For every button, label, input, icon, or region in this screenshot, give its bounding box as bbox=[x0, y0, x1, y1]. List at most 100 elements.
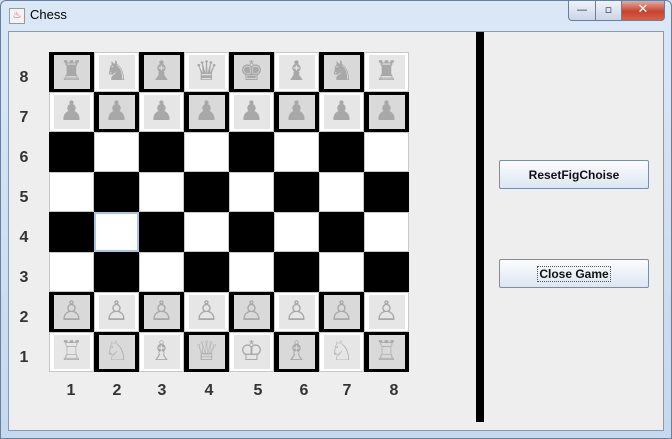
pawn-icon[interactable]: ♙ bbox=[233, 295, 270, 329]
board-square[interactable] bbox=[184, 212, 229, 252]
pawn-icon[interactable]: ♙ bbox=[98, 295, 135, 329]
pawn-icon[interactable]: ♟ bbox=[53, 95, 90, 129]
board-square[interactable] bbox=[229, 132, 274, 172]
board-square[interactable] bbox=[364, 132, 409, 172]
knight-icon[interactable]: ♘ bbox=[323, 335, 360, 369]
board-square[interactable] bbox=[94, 212, 139, 252]
board-square[interactable] bbox=[319, 212, 364, 252]
pawn-icon[interactable]: ♙ bbox=[323, 295, 360, 329]
board-square[interactable] bbox=[274, 132, 319, 172]
board-square[interactable]: ♖ bbox=[364, 332, 409, 372]
board-square[interactable] bbox=[49, 132, 94, 172]
board-square[interactable]: ♙ bbox=[49, 292, 94, 332]
board-square[interactable] bbox=[364, 252, 409, 292]
bishop-icon[interactable]: ♝ bbox=[143, 55, 180, 89]
board-square[interactable]: ♘ bbox=[319, 332, 364, 372]
board-square[interactable] bbox=[274, 212, 319, 252]
board-square[interactable]: ♝ bbox=[139, 52, 184, 92]
board-square[interactable]: ♝ bbox=[274, 52, 319, 92]
rook-icon[interactable]: ♜ bbox=[53, 55, 90, 89]
queen-icon[interactable]: ♕ bbox=[188, 335, 225, 369]
board-square[interactable] bbox=[94, 132, 139, 172]
board-square[interactable]: ♟ bbox=[364, 92, 409, 132]
board-square[interactable]: ♛ bbox=[184, 52, 229, 92]
pawn-icon[interactable]: ♙ bbox=[368, 295, 405, 329]
board-square[interactable] bbox=[139, 252, 184, 292]
board-square[interactable] bbox=[229, 252, 274, 292]
minimize-button[interactable]: — bbox=[568, 1, 596, 21]
board-square[interactable]: ♙ bbox=[184, 292, 229, 332]
board-square[interactable] bbox=[319, 172, 364, 212]
close-game-button[interactable]: Close Game bbox=[499, 259, 649, 288]
pawn-icon[interactable]: ♟ bbox=[233, 95, 270, 129]
board-square[interactable] bbox=[229, 212, 274, 252]
board-square[interactable] bbox=[94, 252, 139, 292]
knight-icon[interactable]: ♞ bbox=[323, 55, 360, 89]
rook-icon[interactable]: ♜ bbox=[368, 55, 405, 89]
knight-icon[interactable]: ♞ bbox=[98, 55, 135, 89]
king-icon[interactable]: ♔ bbox=[233, 335, 270, 369]
board-square[interactable]: ♙ bbox=[229, 292, 274, 332]
pawn-icon[interactable]: ♟ bbox=[278, 95, 315, 129]
board-square[interactable]: ♚ bbox=[229, 52, 274, 92]
pawn-icon[interactable]: ♙ bbox=[278, 295, 315, 329]
board-square[interactable] bbox=[139, 212, 184, 252]
bishop-icon[interactable]: ♗ bbox=[143, 335, 180, 369]
board-square[interactable] bbox=[274, 172, 319, 212]
pawn-icon[interactable]: ♟ bbox=[143, 95, 180, 129]
rook-icon[interactable]: ♖ bbox=[368, 335, 405, 369]
pawn-icon[interactable]: ♟ bbox=[323, 95, 360, 129]
board-square[interactable]: ♙ bbox=[274, 292, 319, 332]
knight-icon[interactable]: ♘ bbox=[98, 335, 135, 369]
pawn-icon[interactable]: ♙ bbox=[53, 295, 90, 329]
board-square[interactable]: ♟ bbox=[274, 92, 319, 132]
close-button[interactable]: ✕ bbox=[622, 1, 665, 21]
pawn-icon[interactable]: ♟ bbox=[98, 95, 135, 129]
pawn-icon[interactable]: ♟ bbox=[368, 95, 405, 129]
maximize-button[interactable]: ▫ bbox=[596, 1, 622, 21]
board-square[interactable]: ♙ bbox=[139, 292, 184, 332]
board-square[interactable]: ♙ bbox=[364, 292, 409, 332]
board-square[interactable]: ♙ bbox=[94, 292, 139, 332]
board-square[interactable]: ♖ bbox=[49, 332, 94, 372]
board-square[interactable]: ♟ bbox=[184, 92, 229, 132]
board-square[interactable]: ♘ bbox=[94, 332, 139, 372]
board-square[interactable]: ♕ bbox=[184, 332, 229, 372]
board-square[interactable]: ♞ bbox=[319, 52, 364, 92]
board-square[interactable] bbox=[319, 252, 364, 292]
board-square[interactable] bbox=[364, 172, 409, 212]
board-square[interactable]: ♗ bbox=[139, 332, 184, 372]
board-square[interactable] bbox=[94, 172, 139, 212]
board-square[interactable] bbox=[184, 132, 229, 172]
board-square[interactable] bbox=[139, 132, 184, 172]
board-square[interactable] bbox=[139, 172, 184, 212]
board-square[interactable]: ♟ bbox=[319, 92, 364, 132]
pawn-icon[interactable]: ♟ bbox=[188, 95, 225, 129]
board-square[interactable] bbox=[49, 252, 94, 292]
bishop-icon[interactable]: ♝ bbox=[278, 55, 315, 89]
board-square[interactable] bbox=[274, 252, 319, 292]
board-square[interactable]: ♜ bbox=[364, 52, 409, 92]
board-square[interactable] bbox=[364, 212, 409, 252]
board-square[interactable]: ♟ bbox=[49, 92, 94, 132]
board-square[interactable] bbox=[184, 172, 229, 212]
board-square[interactable] bbox=[184, 252, 229, 292]
queen-icon[interactable]: ♛ bbox=[188, 55, 225, 89]
rook-icon[interactable]: ♖ bbox=[53, 335, 90, 369]
board-square[interactable]: ♟ bbox=[94, 92, 139, 132]
pawn-icon[interactable]: ♙ bbox=[143, 295, 180, 329]
board-square[interactable] bbox=[229, 172, 274, 212]
board-square[interactable] bbox=[49, 212, 94, 252]
board-square[interactable]: ♔ bbox=[229, 332, 274, 372]
pawn-icon[interactable]: ♙ bbox=[188, 295, 225, 329]
board-square[interactable]: ♗ bbox=[274, 332, 319, 372]
bishop-icon[interactable]: ♗ bbox=[278, 335, 315, 369]
king-icon[interactable]: ♚ bbox=[233, 55, 270, 89]
board-square[interactable] bbox=[49, 172, 94, 212]
board-square[interactable] bbox=[319, 132, 364, 172]
board-square[interactable]: ♟ bbox=[139, 92, 184, 132]
board-square[interactable]: ♟ bbox=[229, 92, 274, 132]
board-square[interactable]: ♜ bbox=[49, 52, 94, 92]
reset-fig-choice-button[interactable]: ResetFigChoise bbox=[499, 160, 649, 189]
board-square[interactable]: ♙ bbox=[319, 292, 364, 332]
